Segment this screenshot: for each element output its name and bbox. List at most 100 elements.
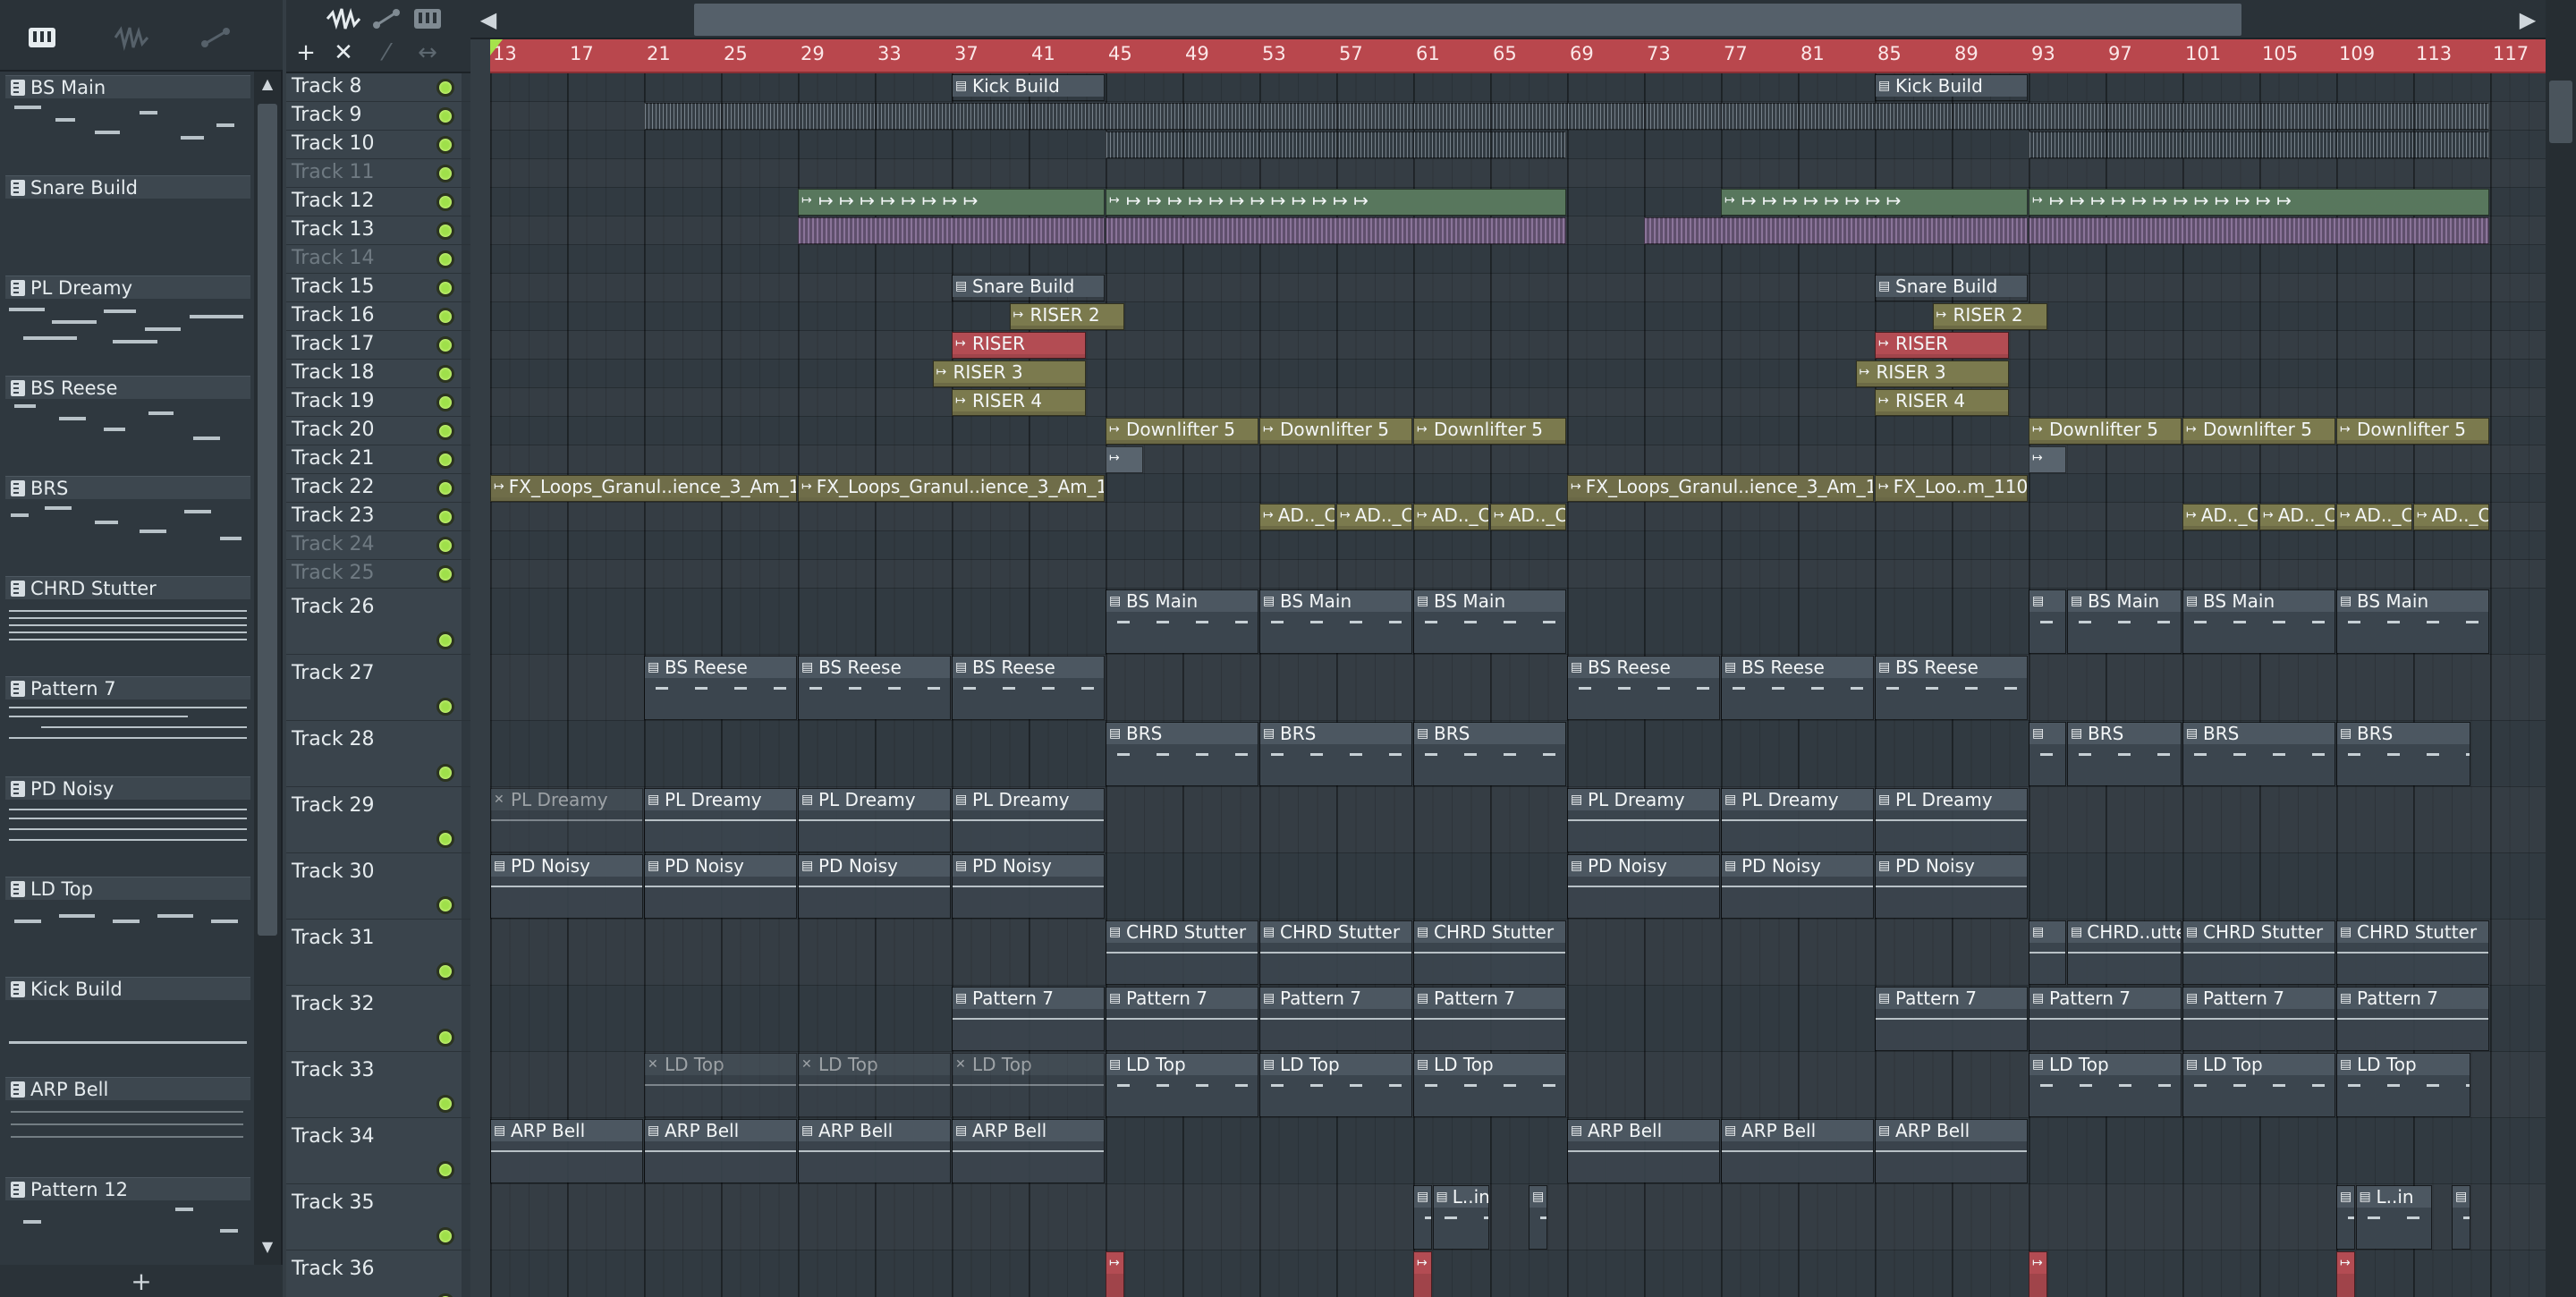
playlist-clip[interactable]: ▤ BS Reese: [798, 656, 951, 720]
playlist-clip[interactable]: ▤: [2452, 1185, 2470, 1250]
playlist-clip[interactable]: ▤ PD Noisy: [1875, 854, 2028, 919]
track-enable-led[interactable]: [436, 250, 454, 268]
pattern-item[interactable]: CHRD Stutter: [5, 572, 250, 673]
playlist-clip[interactable]: ↦: [2336, 1251, 2355, 1297]
track-header[interactable]: Track 28: [286, 721, 470, 787]
track-resize-grip[interactable]: [462, 986, 470, 1051]
playlist-clip[interactable]: ▤ LD Top: [2182, 1053, 2335, 1117]
track-header[interactable]: Track 12: [286, 188, 470, 216]
playlist-clip[interactable]: ↦ AD.._C: [2182, 504, 2258, 530]
track-resize-grip[interactable]: [462, 159, 470, 187]
scroll-left-icon[interactable]: ◀: [472, 4, 504, 36]
track-resize-grip[interactable]: [462, 655, 470, 720]
track-header[interactable]: Track 24: [286, 531, 470, 560]
scroll-down-icon[interactable]: ▼: [258, 1238, 277, 1261]
playlist-clip[interactable]: ▤ BS Reese: [1567, 656, 1720, 720]
pattern-item[interactable]: PL Dreamy: [5, 272, 250, 372]
playlist-clip[interactable]: ▤ Kick Build: [1875, 74, 2028, 101]
playlist-clip[interactable]: ▤ L..in: [1432, 1185, 1489, 1250]
playlist-clip[interactable]: ▤ LD Top: [2029, 1053, 2182, 1117]
automation-tool-icon[interactable]: [367, 2, 406, 36]
playlist-clip[interactable]: ▤ CHRD..utter: [2067, 920, 2182, 985]
playlist-clip[interactable]: ▤ ARP Bell: [490, 1119, 643, 1183]
playlist-clip[interactable]: ↦: [1106, 1251, 1124, 1297]
playlist-clip[interactable]: ▤ ARP Bell: [1567, 1119, 1720, 1183]
pattern-item[interactable]: Snare Build: [5, 172, 250, 272]
playlist-clip[interactable]: ▤ LD Top: [1106, 1053, 1258, 1117]
playlist-clip[interactable]: ↦ RISER: [1875, 332, 2009, 359]
track-enable-led[interactable]: [436, 1227, 454, 1245]
track-header[interactable]: Track 15: [286, 274, 470, 302]
track-resize-grip[interactable]: [462, 1250, 470, 1297]
playlist-clip[interactable]: ↦ RISER 4: [952, 389, 1086, 416]
track-enable-led[interactable]: [436, 394, 454, 411]
pattern-item[interactable]: LD Top: [5, 873, 250, 973]
playlist-clip[interactable]: ↦ Downlifter 5: [2336, 418, 2489, 445]
track-enable-led[interactable]: [436, 508, 454, 526]
track-header[interactable]: Track 35: [286, 1184, 470, 1250]
track-enable-led[interactable]: [436, 830, 454, 848]
track-resize-grip[interactable]: [462, 1052, 470, 1117]
playlist-clip[interactable]: ↦ RISER 3: [1855, 360, 2009, 387]
waveform-tool-icon[interactable]: [324, 2, 363, 36]
track-resize-grip[interactable]: [462, 1118, 470, 1183]
playlist-clip[interactable]: ▤ Pattern 7: [1875, 987, 2028, 1051]
playlist-clip[interactable]: ▤ LD Top: [2336, 1053, 2470, 1117]
playlist-clip[interactable]: ▤ BS Reese: [952, 656, 1105, 720]
add-track-button[interactable]: +: [286, 36, 326, 70]
track-resize-grip[interactable]: [462, 589, 470, 654]
track-resize-grip[interactable]: [462, 1184, 470, 1250]
stretch-tool-icon[interactable]: ↔: [408, 36, 447, 70]
playlist-clip[interactable]: ▤: [2029, 920, 2066, 985]
track-enable-led[interactable]: [436, 222, 454, 240]
track-header[interactable]: Track 23: [286, 503, 470, 531]
playlist-clip[interactable]: ✕ LD Top: [798, 1053, 951, 1117]
track-resize-grip[interactable]: [462, 721, 470, 786]
playlist-clip[interactable]: ▤ PD Noisy: [798, 854, 951, 919]
playlist-clip[interactable]: ▤ PL Dreamy: [1721, 788, 1874, 852]
track-resize-grip[interactable]: [462, 560, 470, 588]
track-header[interactable]: Track 20: [286, 417, 470, 445]
pattern-item[interactable]: BRS: [5, 472, 250, 572]
track-enable-led[interactable]: [436, 896, 454, 914]
playlist-clip[interactable]: ▤ PL Dreamy: [798, 788, 951, 852]
playlist-clip[interactable]: ▤ ARP Bell: [952, 1119, 1105, 1183]
playlist-clip[interactable]: ▤ Snare Build: [1875, 275, 2028, 301]
playlist-clip[interactable]: ↦ RISER 4: [1875, 389, 2009, 416]
track-resize-grip[interactable]: [462, 245, 470, 273]
playlist-clip[interactable]: ↦ AD.._C: [1259, 504, 1335, 530]
playlist-clip[interactable]: ▤ CHRD Stutter: [2336, 920, 2489, 985]
playlist-clip[interactable]: ▤ Snare Build: [952, 275, 1105, 301]
playlist-clip[interactable]: ▤ LD Top: [1259, 1053, 1412, 1117]
pattern-item[interactable]: Pattern 12: [5, 1174, 250, 1265]
playlist-clip[interactable]: ↦: [2029, 446, 2066, 473]
track-resize-grip[interactable]: [462, 102, 470, 130]
track-header[interactable]: Track 32: [286, 986, 470, 1052]
playlist-clip[interactable]: ▤: [2029, 722, 2066, 786]
picker-scrollbar[interactable]: ▲ ▼: [254, 72, 281, 1265]
add-pattern-button[interactable]: +: [0, 1265, 283, 1297]
playlist-clip[interactable]: ▤ BS Main: [1259, 589, 1412, 654]
playlist-clip[interactable]: [798, 217, 1105, 244]
playlist-clip[interactable]: ▤ ARP Bell: [798, 1119, 951, 1183]
playlist-clip[interactable]: ▤: [1529, 1185, 1547, 1250]
overview-viewport[interactable]: [694, 4, 2241, 36]
playlist-clip[interactable]: ✕ LD Top: [644, 1053, 797, 1117]
playlist-clip[interactable]: ↦ RISER 2: [1009, 303, 1124, 330]
playlist-clip[interactable]: ↦ FX_Loops_Granul..ience_3_Am_110: [798, 475, 1105, 502]
playlist-clip[interactable]: ↦ AD.._C: [1413, 504, 1489, 530]
playlist-clip[interactable]: ▤ PD Noisy: [490, 854, 643, 919]
track-header[interactable]: Track 10: [286, 131, 470, 159]
playlist-clip[interactable]: ▤ BS Main: [1413, 589, 1566, 654]
track-enable-led[interactable]: [436, 962, 454, 980]
playlist-clip[interactable]: ▤ CHRD Stutter: [1106, 920, 1258, 985]
playlist-clip[interactable]: ↦ RISER 2: [1932, 303, 2047, 330]
playlist-clip[interactable]: ▤ BRS: [1106, 722, 1258, 786]
track-header[interactable]: Track 17: [286, 331, 470, 360]
playlist-clip[interactable]: ▤ Pattern 7: [1106, 987, 1258, 1051]
playlist-clip[interactable]: ↦ Downlifter 5: [2029, 418, 2182, 445]
picker-scroll-thumb[interactable]: [258, 104, 277, 936]
pattern-item[interactable]: BS Main: [5, 72, 250, 172]
playlist-clip[interactable]: ▤ BRS: [2067, 722, 2182, 786]
playlist-clip[interactable]: ▤ BS Main: [2182, 589, 2335, 654]
